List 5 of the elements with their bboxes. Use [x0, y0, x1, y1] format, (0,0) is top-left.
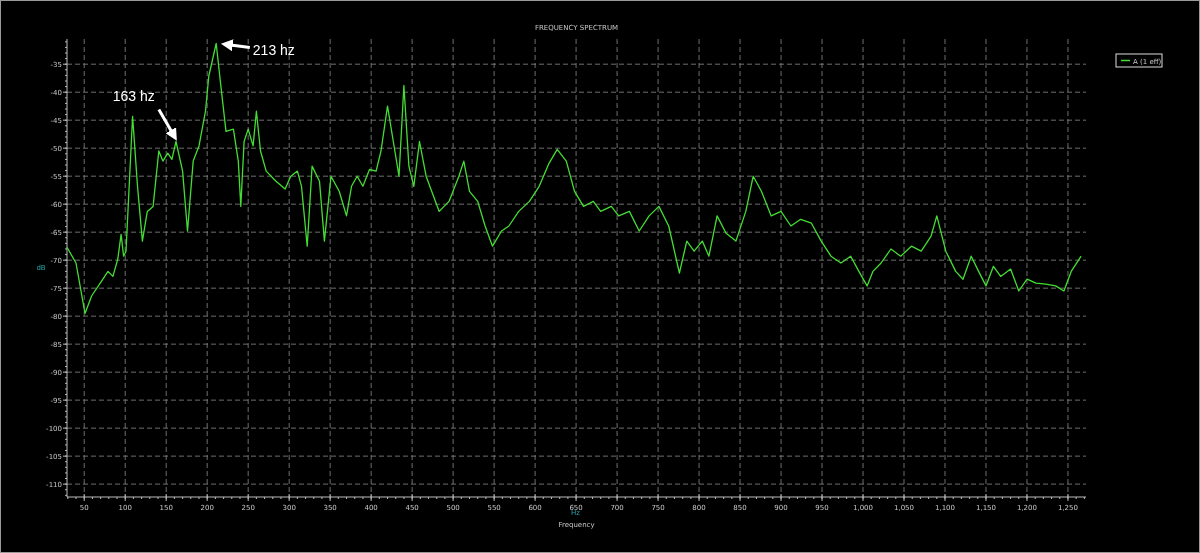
- annotation-label: 213 hz: [252, 42, 295, 59]
- annotation-label: 163 hz: [112, 88, 155, 105]
- legend-box: [1115, 53, 1163, 68]
- annotation-arrow: [220, 39, 251, 52]
- annotation-arrow: [157, 108, 177, 141]
